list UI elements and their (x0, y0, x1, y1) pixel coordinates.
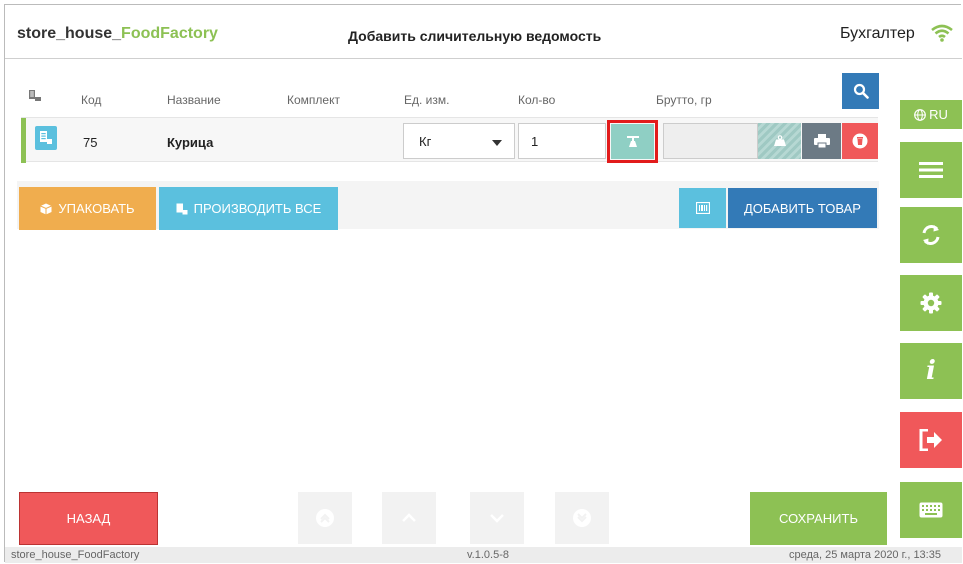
language-label: RU (929, 107, 948, 122)
menu-button[interactable] (900, 142, 962, 198)
delete-row-button[interactable] (842, 123, 878, 159)
col-header-gross: Брутто, гр (656, 93, 712, 107)
double-arrow-up-icon (316, 509, 334, 527)
weight-button[interactable] (758, 123, 801, 159)
page-title: Добавить сличительную ведомость (348, 28, 602, 44)
logout-button[interactable] (900, 412, 962, 468)
hamburger-icon (919, 162, 943, 178)
scroll-top-button[interactable] (298, 492, 352, 544)
scroll-down-button[interactable] (470, 492, 524, 544)
barcode-icon (695, 202, 710, 214)
sync-button[interactable] (900, 207, 962, 263)
weight-icon (773, 135, 786, 146)
document-icon (176, 203, 188, 214)
status-datetime: среда, 25 марта 2020 г., 13:35 (789, 549, 941, 561)
chevron-down-icon (490, 514, 504, 523)
printer-icon (813, 134, 830, 148)
top-bar: store_house_FoodFactory Добавить сличите… (5, 5, 962, 59)
gear-icon (920, 292, 942, 314)
product-column-icon (29, 90, 41, 101)
barcode-button[interactable] (679, 188, 726, 228)
save-button[interactable]: СОХРАНИТЬ (750, 492, 887, 545)
app-window: store_house_FoodFactory Добавить сличите… (4, 4, 962, 563)
settings-button[interactable] (900, 275, 962, 331)
col-header-unit: Ед. изм. (404, 93, 450, 107)
product-icon (35, 126, 57, 150)
double-arrow-down-icon (573, 509, 591, 527)
user-role: Бухгалтер (840, 25, 915, 42)
trash-icon (852, 133, 868, 149)
print-button[interactable] (802, 123, 841, 159)
row-status-bar (21, 118, 26, 163)
col-header-set: Комплект (287, 93, 340, 107)
col-header-name: Название (167, 93, 221, 107)
sync-icon (922, 225, 940, 245)
col-header-qty: Кол-во (518, 93, 556, 107)
search-icon (853, 83, 869, 99)
scroll-up-button[interactable] (382, 492, 436, 544)
wifi-icon (931, 24, 953, 42)
table-row[interactable]: 75 Курица Кг 1 (21, 117, 878, 163)
gross-weight-field[interactable] (663, 123, 758, 159)
brand-prefix: store_house_ (17, 25, 122, 42)
search-button[interactable] (842, 73, 879, 109)
add-item-button[interactable]: ДОБАВИТЬ ТОВАР (728, 188, 877, 228)
row-name: Курица (167, 135, 214, 150)
unit-select-value: Кг (419, 134, 432, 149)
globe-icon (914, 108, 927, 121)
pack-button[interactable]: УПАКОВАТЬ (19, 187, 156, 230)
produce-all-button[interactable]: ПРОИЗВОДИТЬ ВСЕ (159, 187, 338, 230)
status-bar: store_house_FoodFactory v.1.0.5-8 среда,… (5, 547, 962, 563)
scroll-bottom-button[interactable] (555, 492, 609, 544)
brand-logo: store_house_FoodFactory (17, 25, 218, 43)
unit-select[interactable]: Кг (403, 123, 515, 159)
row-code: 75 (83, 135, 98, 150)
pack-button-label: УПАКОВАТЬ (58, 201, 135, 216)
brand-accent: FoodFactory (121, 25, 218, 42)
chevron-down-icon (492, 140, 502, 146)
back-button[interactable]: НАЗАД (19, 492, 158, 545)
quantity-input[interactable]: 1 (518, 123, 606, 159)
status-version: v.1.0.5-8 (467, 549, 509, 561)
sign-out-icon (919, 429, 942, 451)
info-button[interactable]: i (900, 343, 962, 399)
scale-icon (626, 135, 639, 147)
chevron-up-icon (402, 513, 416, 522)
language-button[interactable]: RU (900, 100, 962, 129)
keyboard-icon (919, 502, 943, 518)
weigh-scale-button[interactable] (607, 120, 658, 163)
status-app-name: store_house_FoodFactory (11, 549, 140, 561)
info-icon: i (926, 356, 936, 386)
box-icon (40, 203, 53, 214)
col-header-code: Код (81, 93, 102, 107)
keyboard-button[interactable] (900, 482, 962, 538)
produce-all-button-label: ПРОИЗВОДИТЬ ВСЕ (193, 201, 322, 216)
